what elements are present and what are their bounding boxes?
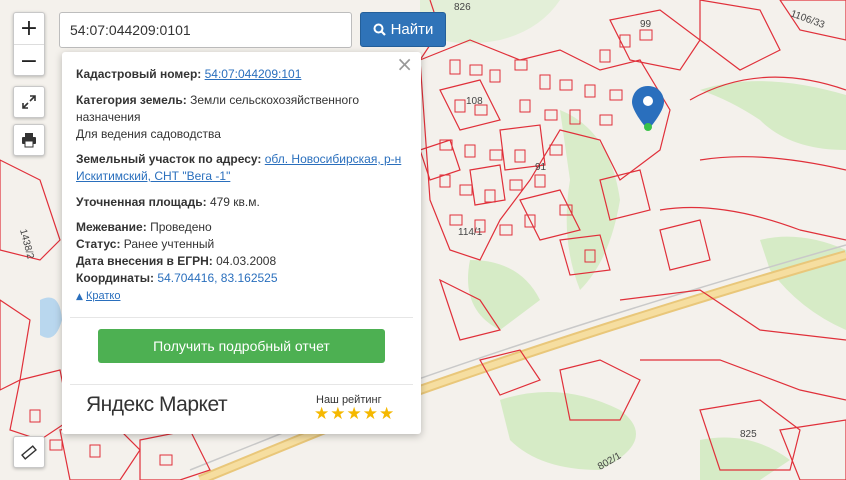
area-label: Уточненная площадь: <box>76 195 207 209</box>
egrn-row: Дата внесения в ЕГРН: 04.03.2008 <box>76 253 409 270</box>
status-value: Ранее учтенный <box>123 237 215 251</box>
egrn-label: Дата внесения в ЕГРН: <box>76 254 213 268</box>
area-row: Уточненная площадь: 479 кв.м. <box>76 194 409 211</box>
printer-icon <box>22 133 36 148</box>
survey-label: Межевание: <box>76 220 147 234</box>
collapse-toggle[interactable]: ▲ Кратко <box>76 288 409 306</box>
map-label: 825 <box>740 429 757 440</box>
cadastral-row: Кадастровый номер: 54:07:044209:101 <box>76 66 409 83</box>
search-input[interactable] <box>59 12 352 48</box>
map-label: 91 <box>535 162 547 173</box>
divider <box>70 317 413 318</box>
divider <box>70 384 413 385</box>
rating-stars: ★★★★★ <box>314 404 396 424</box>
zoom-control: + − <box>13 12 45 76</box>
search-button-label: Найти <box>390 21 434 38</box>
survey-value: Проведено <box>150 220 212 234</box>
detailed-report-button[interactable]: Получить подробный отчет <box>98 329 385 363</box>
caret-up-icon: ▲ <box>76 292 83 302</box>
usage-value: Для ведения садоводства <box>76 127 221 141</box>
egrn-value: 04.03.2008 <box>216 254 277 268</box>
print-button[interactable] <box>13 124 45 156</box>
fullscreen-icon <box>22 95 36 109</box>
coords-row: Координаты: 54.704416, 83.162525 <box>76 270 409 287</box>
ruler-button[interactable] <box>13 436 45 468</box>
map-label: 114/1 <box>458 227 483 238</box>
address-label: Земельный участок по адресу: <box>76 152 262 166</box>
cadastral-label: Кадастровый номер: <box>76 67 202 81</box>
zoom-out-button[interactable]: − <box>14 45 44 77</box>
search-button[interactable]: Найти <box>360 12 446 47</box>
yandex-market-logo[interactable]: Яндекс Маркет <box>86 394 228 415</box>
map-label: 99 <box>640 19 652 30</box>
fullscreen-button[interactable] <box>13 86 45 118</box>
ruler-icon <box>21 445 37 460</box>
area-value: 479 кв.м. <box>209 195 260 209</box>
category-row: Категория земель: Земли сельскохозяйстве… <box>76 92 409 143</box>
category-label: Категория земель: <box>76 93 187 107</box>
search-icon <box>373 23 386 36</box>
coords-link[interactable]: 54.704416, 83.162525 <box>157 271 277 285</box>
cadastral-link[interactable]: 54:07:044209:101 <box>205 67 302 81</box>
map-label: 108 <box>466 96 483 107</box>
coords-label: Координаты: <box>76 271 155 285</box>
status-label: Статус: <box>76 237 121 251</box>
collapse-link[interactable]: Кратко <box>86 290 121 302</box>
status-row: Статус: Ранее учтенный <box>76 236 409 253</box>
map-label: 826 <box>454 2 471 13</box>
survey-row: Межевание: Проведено <box>76 219 409 236</box>
address-row: Земельный участок по адресу: обл. Новоси… <box>76 151 409 185</box>
parcel-info-panel: × Кадастровый номер: 54:07:044209:101 Ка… <box>62 52 421 434</box>
zoom-in-button[interactable]: + <box>14 13 44 45</box>
